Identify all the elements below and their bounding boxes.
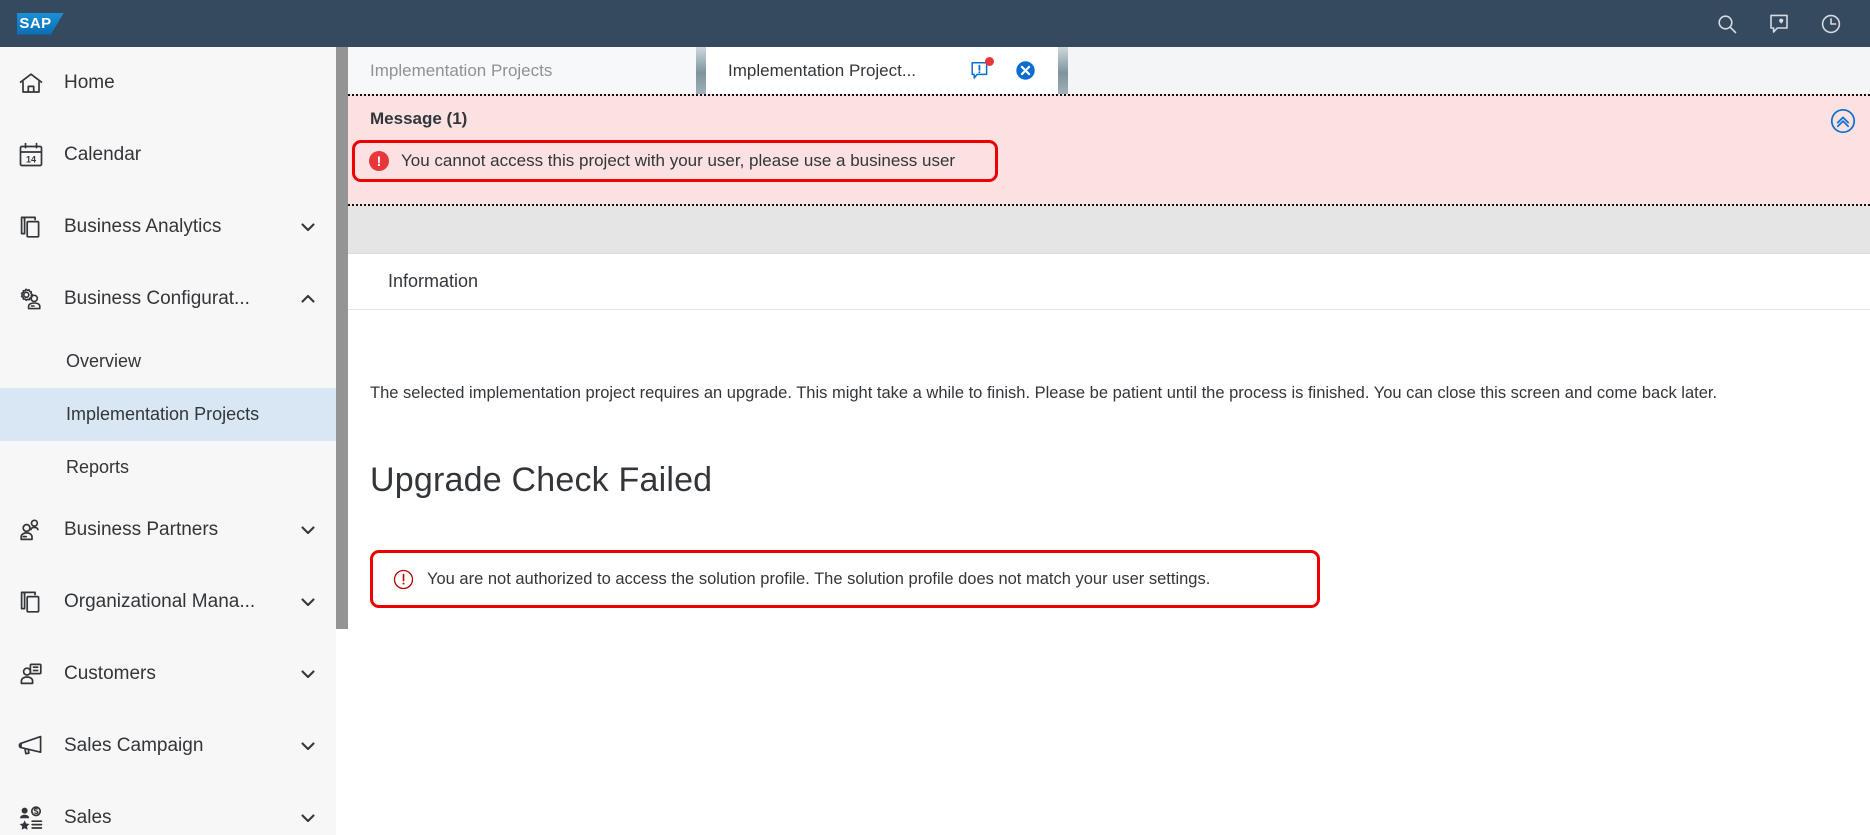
message-strip-title: Message (1) — [370, 109, 468, 128]
global-header: SAP — [0, 0, 1870, 47]
chevron-down-icon[interactable] — [298, 664, 318, 684]
calendar-icon: 14 — [14, 138, 48, 172]
chevron-down-icon[interactable] — [298, 808, 318, 828]
megaphone-icon — [14, 729, 48, 763]
chevron-up-icon[interactable] — [298, 289, 318, 309]
search-icon[interactable] — [1716, 13, 1738, 35]
feed-icon[interactable] — [1768, 13, 1790, 35]
header-actions — [1716, 13, 1842, 35]
tab-information[interactable]: Information — [388, 271, 478, 292]
sidebar-item-sales-campaign[interactable]: Sales Campaign — [0, 710, 336, 782]
sidebar-item-business-analytics[interactable]: Business Analytics — [0, 191, 336, 263]
error-icon: ! — [369, 151, 389, 171]
tab-implementation-projects[interactable]: Implementation Projects — [348, 47, 696, 94]
main-body: The selected implementation project requ… — [348, 382, 1870, 609]
message-strip: Message (1) ! You cannot access this pro… — [348, 94, 1870, 206]
documents-icon — [14, 210, 48, 244]
sidebar-item-label: Customers — [64, 663, 156, 684]
tab-label: Implementation Projects — [370, 60, 553, 80]
sidebar-item-organizational-management[interactable]: Organizational Mana... — [0, 566, 336, 638]
config-user-icon — [14, 282, 48, 316]
warning-circle-icon — [393, 569, 414, 590]
sap-logo-text: SAP — [19, 15, 52, 32]
sidebar-item-calendar[interactable]: 14 Calendar — [0, 119, 336, 191]
sidebar-item-label: Business Partners — [64, 519, 219, 540]
tab-separator — [1058, 47, 1068, 94]
sidebar-item-label: Calendar — [64, 144, 142, 165]
sidebar-item-label: Sales Campaign — [64, 735, 204, 756]
tab-icon-group — [969, 56, 1036, 82]
sidebar-item-business-partners[interactable]: Business Partners — [0, 494, 336, 566]
sidebar-item-reports[interactable]: Reports — [0, 441, 336, 494]
chevron-down-icon[interactable] — [298, 217, 318, 237]
clock-icon[interactable] — [1820, 13, 1842, 35]
documents-icon — [14, 585, 48, 619]
tab-message-icon[interactable] — [969, 56, 994, 82]
sidebar-scrollbar[interactable] — [336, 47, 348, 835]
home-icon — [14, 66, 48, 100]
intro-paragraph: The selected implementation project requ… — [370, 384, 1718, 402]
sidebar-scrollbar-thumb[interactable] — [336, 47, 348, 629]
tab-separator — [696, 47, 706, 94]
sidebar-item-overview[interactable]: Overview — [0, 335, 336, 388]
sidebar-item-business-configuration[interactable]: Business Configurat... — [0, 263, 336, 335]
chevron-down-icon[interactable] — [298, 592, 318, 612]
content-area: Implementation Projects Implementation P… — [348, 47, 1870, 835]
page-title: Upgrade Check Failed — [370, 461, 713, 500]
double-chevron-up-icon[interactable] — [1830, 108, 1856, 134]
sidebar-item-label: Business Analytics — [64, 216, 222, 237]
error-message-text: You cannot access this project with your… — [401, 151, 956, 170]
sap-logo: SAP — [17, 12, 64, 35]
error-message-pill[interactable]: ! You cannot access this project with yo… — [352, 140, 998, 182]
authorization-warning-text: You are not authorized to access the sol… — [427, 569, 1211, 588]
section-tab-bar: Information — [348, 254, 1870, 310]
sidebar-item-sales[interactable]: Sales — [0, 782, 336, 835]
chevron-down-icon[interactable] — [298, 520, 318, 540]
sidebar-item-label: Organizational Mana... — [64, 591, 256, 612]
sales-icon — [14, 801, 48, 835]
tab-label: Implementation Project... — [728, 60, 917, 80]
tab-strip-empty-area — [1068, 47, 1870, 94]
toolbar-band — [348, 206, 1870, 254]
tab-strip: Implementation Projects Implementation P… — [348, 47, 1870, 94]
sidebar-item-label: Reports — [66, 457, 130, 477]
tab-implementation-project-detail[interactable]: Implementation Project... — [706, 47, 1058, 94]
sidebar-item-label: Home — [64, 72, 115, 93]
tab-message-badge — [985, 56, 994, 66]
sidebar-item-label: Business Configurat... — [64, 288, 250, 309]
sidebar-item-label: Overview — [66, 351, 142, 371]
sidebar-item-label: Implementation Projects — [66, 404, 260, 424]
app-root: SAP Home 14 Calendar Business Analytics … — [0, 0, 1870, 835]
customers-icon — [14, 657, 48, 691]
sidebar-item-customers[interactable]: Customers — [0, 638, 336, 710]
sidebar-item-home[interactable]: Home — [0, 47, 336, 119]
svg-text:14: 14 — [26, 154, 36, 164]
sidebar-item-implementation-projects[interactable]: Implementation Projects — [0, 388, 336, 441]
sidebar-nav: Home 14 Calendar Business Analytics Busi… — [0, 47, 336, 835]
authorization-warning-box: You are not authorized to access the sol… — [370, 550, 1320, 609]
chevron-down-icon[interactable] — [298, 736, 318, 756]
close-icon[interactable] — [1015, 60, 1036, 81]
sidebar-item-label: Sales — [64, 807, 112, 828]
partners-icon — [14, 513, 48, 547]
